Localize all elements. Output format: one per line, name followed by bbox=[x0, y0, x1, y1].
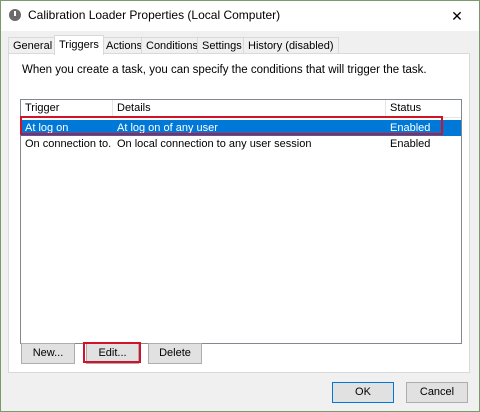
ok-button[interactable]: OK bbox=[332, 382, 394, 403]
triggers-description: When you create a task, you can specify … bbox=[22, 64, 427, 76]
column-header-trigger[interactable]: Trigger bbox=[21, 100, 59, 117]
close-button[interactable]: ✕ bbox=[435, 1, 479, 31]
selected-row-highlight bbox=[20, 116, 443, 135]
tab-conditions[interactable]: Conditions bbox=[141, 37, 203, 54]
tab-general[interactable]: General bbox=[8, 37, 58, 54]
tab-triggers[interactable]: Triggers bbox=[54, 35, 104, 55]
table-row[interactable]: On connection to... On local connection … bbox=[21, 136, 461, 152]
title-bar: Calibration Loader Properties (Local Com… bbox=[1, 1, 479, 31]
cell-trigger: On connection to... bbox=[25, 138, 111, 150]
cell-details: On local connection to any user session bbox=[117, 138, 312, 150]
column-header-details[interactable]: Details bbox=[113, 100, 151, 117]
edit-button-highlight bbox=[83, 342, 141, 363]
cell-status: Enabled bbox=[390, 138, 431, 150]
tab-history[interactable]: History (disabled) bbox=[243, 37, 339, 54]
delete-button[interactable]: Delete bbox=[148, 343, 202, 364]
triggers-panel: When you create a task, you can specify … bbox=[8, 53, 470, 373]
tab-settings[interactable]: Settings bbox=[197, 37, 247, 54]
triggers-list[interactable]: Trigger Details Status At log on At log … bbox=[20, 99, 462, 344]
clock-icon bbox=[9, 9, 21, 21]
window-title: Calibration Loader Properties (Local Com… bbox=[28, 8, 281, 22]
new-button[interactable]: New... bbox=[21, 343, 75, 364]
column-header-status[interactable]: Status bbox=[386, 100, 421, 117]
cancel-button[interactable]: Cancel bbox=[406, 382, 468, 403]
